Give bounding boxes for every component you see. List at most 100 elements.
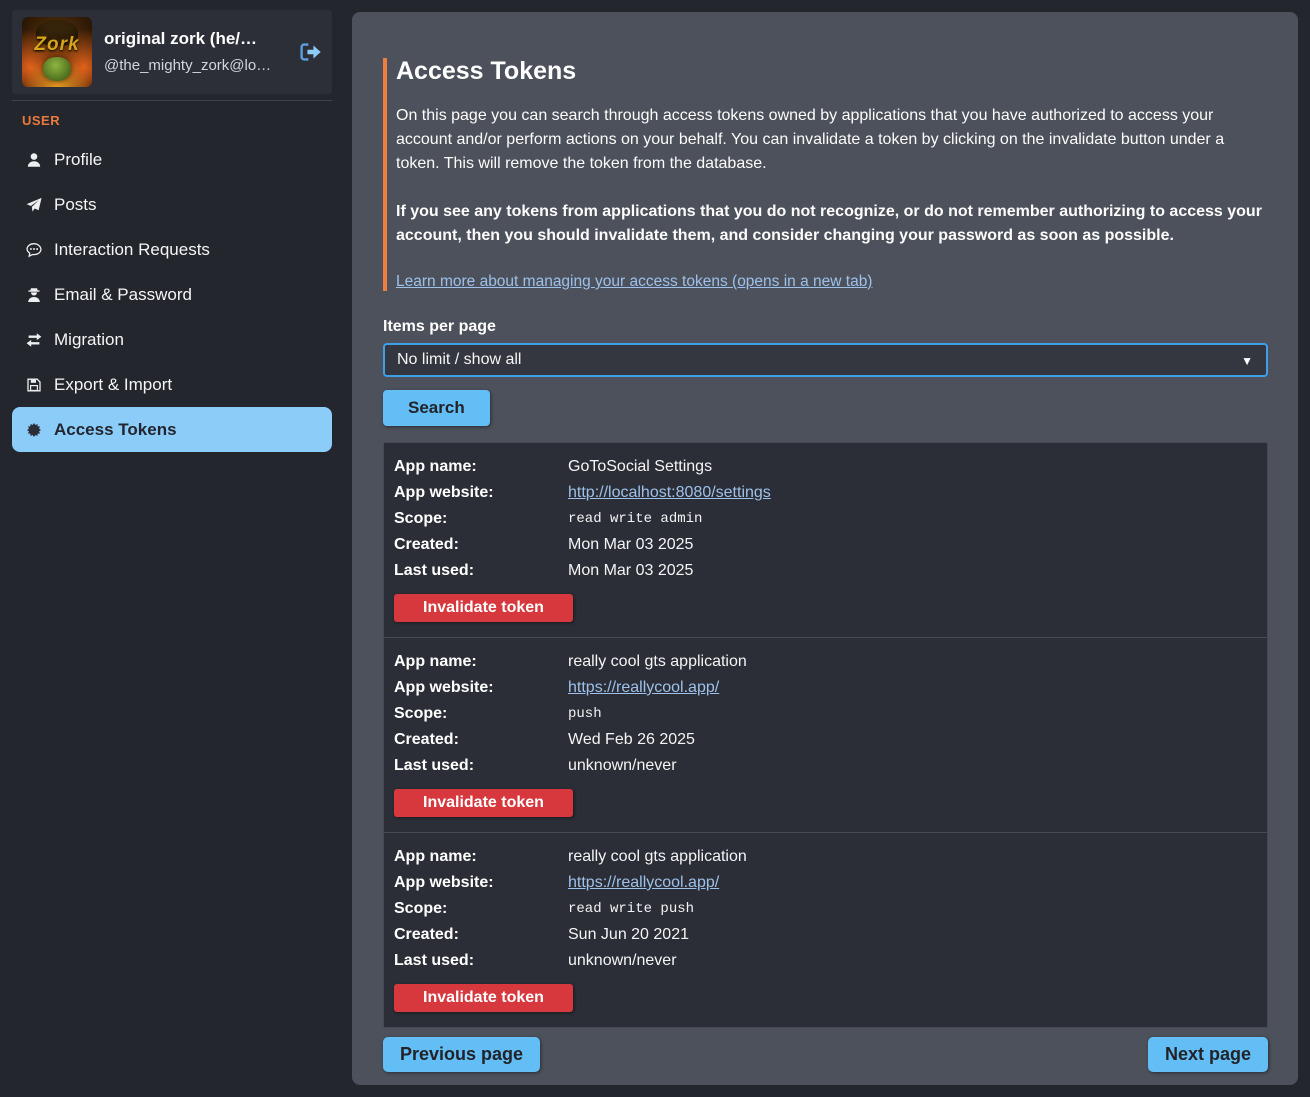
- field-label: App website:: [394, 874, 568, 892]
- user-card: Zork original zork (he/… @the_mighty_zor…: [12, 10, 332, 94]
- app-website-link[interactable]: https://reallycool.app/: [568, 679, 719, 696]
- main-panel: Access Tokens On this page you can searc…: [352, 12, 1298, 1085]
- search-form: Items per page No limit / show all ▼ Sea…: [383, 318, 1268, 426]
- app-website-link[interactable]: https://reallycool.app/: [568, 874, 719, 891]
- field-label: Created:: [394, 926, 568, 944]
- invalidate-token-button[interactable]: Invalidate token: [394, 789, 573, 817]
- sidebar-section-label: USER: [22, 113, 60, 128]
- field-label: App name:: [394, 848, 568, 866]
- sidebar-item-label: Profile: [54, 150, 102, 170]
- token-row-app-name: App name: really cool gts application: [394, 649, 1255, 675]
- paper-plane-icon: [25, 196, 42, 213]
- user-handle: @the_mighty_zork@lo…: [104, 56, 284, 76]
- avatar: Zork: [22, 17, 92, 87]
- floppy-disk-icon: [25, 376, 42, 393]
- field-label: App name:: [394, 653, 568, 671]
- sidebar-item-email-password[interactable]: Email & Password: [0, 272, 345, 317]
- field-label: Scope:: [394, 900, 568, 918]
- field-label: App website:: [394, 679, 568, 697]
- invalidate-token-button[interactable]: Invalidate token: [394, 594, 573, 622]
- token-row-last-used: Last used: unknown/never: [394, 753, 1255, 779]
- field-label: Last used:: [394, 757, 568, 775]
- token-row-created: Created: Mon Mar 03 2025: [394, 532, 1255, 558]
- pagination: Previous page Next page: [383, 1037, 1268, 1072]
- field-label: App name:: [394, 458, 568, 476]
- invalidate-token-button[interactable]: Invalidate token: [394, 984, 573, 1012]
- token-row-scope: Scope: read write admin: [394, 506, 1255, 532]
- scope-value: read write push: [568, 901, 694, 917]
- created-value: Wed Feb 26 2025: [568, 731, 695, 749]
- items-per-page-select[interactable]: No limit / show all ▼: [383, 343, 1268, 377]
- app-name-value: GoToSocial Settings: [568, 458, 712, 476]
- last-used-value: Mon Mar 03 2025: [568, 562, 693, 580]
- sidebar-item-export-import[interactable]: Export & Import: [0, 362, 345, 407]
- items-per-page-value: No limit / show all: [397, 351, 521, 369]
- sidebar-divider: [12, 100, 332, 101]
- token-row-app-name: App name: really cool gts application: [394, 844, 1255, 870]
- last-used-value: unknown/never: [568, 952, 677, 970]
- sidebar-item-label: Migration: [54, 330, 124, 350]
- sidebar-item-migration[interactable]: Migration: [0, 317, 345, 362]
- token-row-scope: Scope: read write push: [394, 896, 1255, 922]
- intro-paragraph: On this page you can search through acce…: [396, 104, 1268, 176]
- scope-value: read write admin: [568, 511, 702, 527]
- sidebar-item-posts[interactable]: Posts: [0, 182, 345, 227]
- created-value: Mon Mar 03 2025: [568, 536, 693, 554]
- next-page-button[interactable]: Next page: [1148, 1037, 1268, 1072]
- sidebar: Zork original zork (he/… @the_mighty_zor…: [0, 0, 345, 1097]
- sidebar-item-interaction-requests[interactable]: Interaction Requests: [0, 227, 345, 272]
- created-value: Sun Jun 20 2021: [568, 926, 689, 944]
- chevron-down-icon: ▼: [1241, 354, 1253, 368]
- token-row-last-used: Last used: Mon Mar 03 2025: [394, 558, 1255, 584]
- app-name-value: really cool gts application: [568, 653, 747, 671]
- user-names: original zork (he/… @the_mighty_zork@lo…: [104, 28, 284, 76]
- sidebar-item-label: Access Tokens: [54, 420, 177, 440]
- token-row-scope: Scope: push: [394, 701, 1255, 727]
- exchange-icon: [25, 331, 42, 348]
- field-label: Last used:: [394, 562, 568, 580]
- app-website-link[interactable]: http://localhost:8080/settings: [568, 484, 771, 501]
- token-row-created: Created: Sun Jun 20 2021: [394, 922, 1255, 948]
- last-used-value: unknown/never: [568, 757, 677, 775]
- token-list: App name: GoToSocial Settings App websit…: [383, 442, 1268, 1028]
- items-per-page-label: Items per page: [383, 318, 1268, 336]
- sidebar-item-label: Export & Import: [54, 375, 172, 395]
- logout-button[interactable]: [296, 39, 322, 65]
- scope-value: push: [568, 706, 602, 722]
- field-label: App website:: [394, 484, 568, 502]
- search-button[interactable]: Search: [383, 390, 490, 426]
- user-secret-icon: [25, 286, 42, 303]
- sidebar-item-access-tokens[interactable]: Access Tokens: [12, 407, 332, 452]
- sidebar-item-profile[interactable]: Profile: [0, 137, 345, 182]
- token-row-last-used: Last used: unknown/never: [394, 948, 1255, 974]
- sidebar-nav: Profile Posts: [0, 137, 345, 452]
- token-row-app-website: App website: https://reallycool.app/: [394, 870, 1255, 896]
- sidebar-item-label: Interaction Requests: [54, 240, 210, 260]
- page-title: Access Tokens: [396, 58, 1268, 84]
- sign-out-icon: [296, 53, 322, 68]
- avatar-title-text: Zork: [22, 34, 92, 56]
- app-name-value: really cool gts application: [568, 848, 747, 866]
- token-row-app-website: App website: https://reallycool.app/: [394, 675, 1255, 701]
- comment-dots-icon: [25, 241, 42, 258]
- field-label: Created:: [394, 731, 568, 749]
- learn-more-link[interactable]: Learn more about managing your access to…: [396, 273, 872, 291]
- field-label: Last used:: [394, 952, 568, 970]
- token-entry: App name: really cool gts application Ap…: [384, 833, 1267, 1027]
- warning-paragraph: If you see any tokens from applications …: [396, 200, 1268, 248]
- certificate-icon: [25, 421, 42, 438]
- page-header: Access Tokens On this page you can searc…: [383, 58, 1268, 291]
- sidebar-item-label: Email & Password: [54, 285, 192, 305]
- avatar-creature-art: [43, 57, 71, 81]
- token-entry: App name: really cool gts application Ap…: [384, 638, 1267, 833]
- field-label: Scope:: [394, 510, 568, 528]
- field-label: Created:: [394, 536, 568, 554]
- access-tokens-page: Zork original zork (he/… @the_mighty_zor…: [0, 0, 1310, 1097]
- display-name: original zork (he/…: [104, 28, 284, 50]
- token-row-created: Created: Wed Feb 26 2025: [394, 727, 1255, 753]
- token-row-app-name: App name: GoToSocial Settings: [394, 454, 1255, 480]
- field-label: Scope:: [394, 705, 568, 723]
- sidebar-item-label: Posts: [54, 195, 97, 215]
- previous-page-button[interactable]: Previous page: [383, 1037, 540, 1072]
- token-entry: App name: GoToSocial Settings App websit…: [384, 443, 1267, 638]
